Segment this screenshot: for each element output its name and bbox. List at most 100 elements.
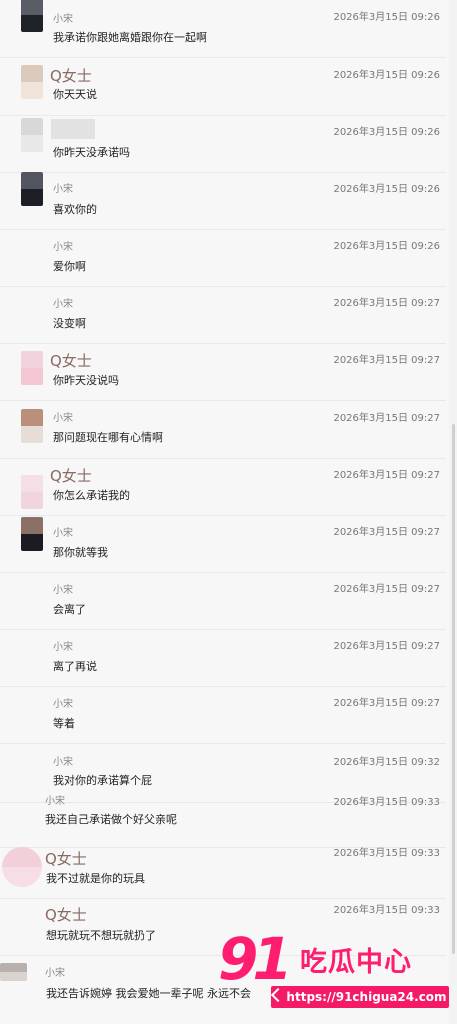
avatar-top <box>21 172 43 189</box>
watermark-url-text: https://91chigua24.com <box>286 990 447 1004</box>
avatar-bottom <box>21 368 43 385</box>
message-item[interactable]: Q女士 2026年3月15日 09:27 你怎么承诺我的 <box>0 458 446 516</box>
sender-name: 小宋 <box>45 796 65 807</box>
sender-name: 小宋 <box>53 699 73 710</box>
message-item[interactable]: 小宋 2026年3月15日 09:26 爱你啊 <box>0 229 446 287</box>
message-text: 你怎么承诺我的 <box>53 489 130 502</box>
message-item[interactable]: 小宋 2026年3月15日 09:27 离了再说 <box>0 629 446 687</box>
sender-name: 小宋 <box>45 968 65 979</box>
sender-name: 小宋 <box>53 757 73 768</box>
message-time: 2026年3月15日 09:27 <box>333 584 440 595</box>
message-time: 2026年3月15日 09:33 <box>333 905 440 916</box>
message-text: 我承诺你跟她离婚跟你在一起啊 <box>53 31 207 44</box>
message-time: 2026年3月15日 09:26 <box>333 127 440 138</box>
message-text: 离了再说 <box>53 660 97 673</box>
avatar-bottom <box>21 135 43 152</box>
sender-name: Q女士 <box>50 352 92 370</box>
message-text: 爱你啊 <box>53 260 86 273</box>
message-item[interactable]: 小宋 2026年3月15日 09:27 没变啊 <box>0 286 446 344</box>
avatar-bottom <box>0 972 27 981</box>
avatar[interactable] <box>2 847 42 887</box>
avatar[interactable] <box>21 172 43 206</box>
sender-name: 小宋 <box>53 528 73 539</box>
message-text: 会离了 <box>53 603 86 616</box>
message-time: 2026年3月15日 09:33 <box>333 848 440 859</box>
sender-name: Q女士 <box>50 67 92 85</box>
message-time: 2026年3月15日 09:27 <box>333 641 440 652</box>
scrollbar-track[interactable] <box>449 0 457 1024</box>
message-item[interactable]: 2026年3月15日 09:26 你昨天没承诺吗 <box>0 115 446 173</box>
avatar[interactable] <box>21 118 43 152</box>
sender-name: 小宋 <box>53 585 73 596</box>
message-time: 2026年3月15日 09:27 <box>333 698 440 709</box>
message-time: 2026年3月15日 09:27 <box>333 298 440 309</box>
message-item[interactable]: 小宋 2026年3月15日 09:27 会离了 <box>0 572 446 630</box>
avatar-bottom <box>21 534 43 551</box>
watermark-url-badge: https://91chigua24.com <box>271 986 449 1008</box>
sender-name: Q女士 <box>45 850 87 868</box>
avatar[interactable] <box>21 351 43 385</box>
avatar[interactable] <box>21 517 43 551</box>
sender-name: Q女士 <box>45 906 87 924</box>
watermark-chinese-text: 吃瓜中心 <box>300 947 412 978</box>
avatar[interactable] <box>0 963 27 981</box>
message-time: 2026年3月15日 09:26 <box>333 184 440 195</box>
sender-name: 小宋 <box>53 184 73 195</box>
avatar-top <box>21 351 43 368</box>
message-time: 2026年3月15日 09:27 <box>333 413 440 424</box>
avatar-top <box>21 65 43 82</box>
avatar-top <box>21 517 43 534</box>
message-text: 你昨天没说吗 <box>53 374 119 387</box>
message-item[interactable]: Q女士 2026年3月15日 09:33 我不过就是你的玩具 <box>0 841 446 899</box>
message-item[interactable]: 小宋 2026年3月15日 09:27 那你就等我 <box>0 515 446 573</box>
sender-name: 小宋 <box>53 299 73 310</box>
avatar-top <box>2 847 42 867</box>
avatar-top <box>21 118 43 135</box>
scrollbar-thumb[interactable] <box>452 424 455 954</box>
avatar-bottom <box>21 426 43 443</box>
avatar[interactable] <box>21 65 43 99</box>
message-text: 我不过就是你的玩具 <box>46 872 145 885</box>
cursor-icon <box>271 987 286 1003</box>
sender-name: 小宋 <box>53 413 73 424</box>
message-text: 喜欢你的 <box>53 203 97 216</box>
message-time: 2026年3月15日 09:26 <box>333 12 440 23</box>
message-text: 你天天说 <box>53 88 97 101</box>
avatar-top <box>21 0 43 15</box>
message-text: 那问题现在哪有心情啊 <box>53 431 163 444</box>
message-item[interactable]: Q女士 2026年3月15日 09:26 你天天说 <box>0 58 446 116</box>
avatar-bottom <box>21 15 43 32</box>
message-time: 2026年3月15日 09:27 <box>333 355 440 366</box>
message-text: 想玩就玩不想玩就扔了 <box>46 929 156 942</box>
message-item[interactable]: Q女士 2026年3月15日 09:27 你昨天没说吗 <box>0 343 446 401</box>
message-text: 等着 <box>53 717 75 730</box>
avatar[interactable] <box>21 475 43 509</box>
message-item[interactable]: 小宋 2026年3月15日 09:33 我还自己承诺做个好父亲呢 <box>0 790 446 848</box>
message-text: 那你就等我 <box>53 546 108 559</box>
message-text: 我对你的承诺算个屁 <box>53 774 152 787</box>
avatar[interactable] <box>21 409 43 443</box>
avatar-top <box>21 475 43 492</box>
avatar-bottom <box>21 189 43 206</box>
message-text: 你昨天没承诺吗 <box>53 146 130 159</box>
message-item[interactable]: 小宋 2026年3月15日 09:26 我承诺你跟她离婚跟你在一起啊 <box>0 0 446 58</box>
sender-name: Q女士 <box>50 467 92 485</box>
avatar-bottom <box>21 492 43 509</box>
message-text: 我还自己承诺做个好父亲呢 <box>45 813 177 826</box>
sender-name: 小宋 <box>53 642 73 653</box>
avatar-top <box>21 409 43 426</box>
avatar[interactable] <box>21 0 43 32</box>
message-time: 2026年3月15日 09:32 <box>333 757 440 768</box>
message-time: 2026年3月15日 09:27 <box>333 527 440 538</box>
message-time: 2026年3月15日 09:26 <box>333 70 440 81</box>
message-item[interactable]: 小宋 2026年3月15日 09:26 喜欢你的 <box>0 172 446 230</box>
message-item[interactable]: 小宋 2026年3月15日 09:27 那问题现在哪有心情啊 <box>0 401 446 459</box>
sender-name: 小宋 <box>53 242 73 253</box>
message-time: 2026年3月15日 09:33 <box>333 797 440 808</box>
sender-name: 小宋 <box>53 14 73 25</box>
message-item[interactable]: 小宋 2026年3月15日 09:27 等着 <box>0 686 446 744</box>
message-time: 2026年3月15日 09:27 <box>333 470 440 481</box>
watermark-number: 91 <box>218 925 293 993</box>
message-time: 2026年3月15日 09:26 <box>333 241 440 252</box>
avatar-bottom <box>2 867 42 887</box>
